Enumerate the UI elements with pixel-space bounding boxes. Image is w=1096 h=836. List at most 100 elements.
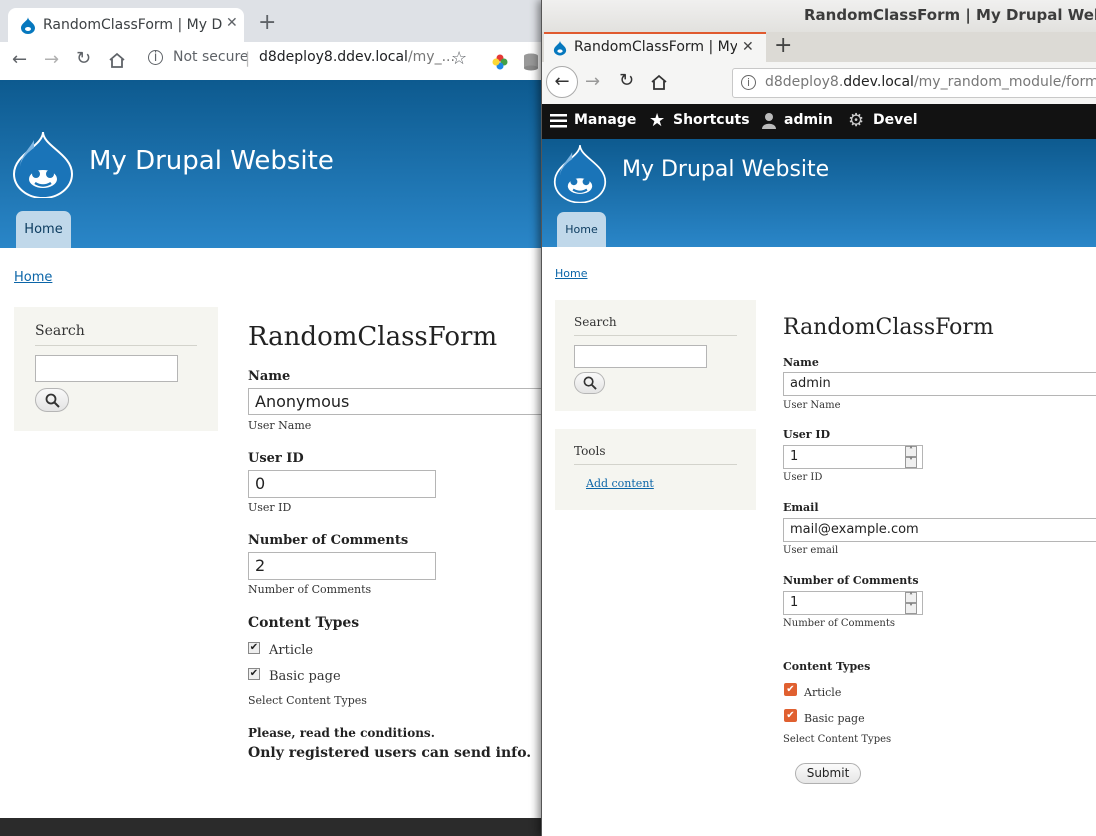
forward-icon[interactable]: → [44, 49, 59, 70]
left-address-bar[interactable]: i Not secure | d8deploy8.ddev.local/my_.… [140, 46, 480, 76]
toolbar-shortcuts[interactable]: ★ Shortcuts [649, 110, 750, 131]
drupal-logo-icon[interactable] [12, 130, 74, 198]
reload-icon[interactable]: ↻ [619, 70, 634, 91]
gear-icon: ⚙ [848, 110, 865, 131]
right-tab-title: RandomClassForm | My D [574, 39, 737, 55]
comments-increment-icon[interactable]: ˄ [905, 592, 917, 603]
registered-users-notice: Only registered users can send info. [248, 745, 532, 761]
hamburger-menu-icon [550, 114, 567, 128]
color-extension-icon[interactable] [492, 54, 508, 70]
name-description: User Name [248, 419, 312, 432]
email-label: Email [783, 501, 819, 514]
site-header: My Drupal Website Home [0, 80, 545, 248]
breadcrumb-home-link[interactable]: Home [555, 267, 587, 280]
magnifier-icon [583, 376, 597, 390]
new-tab-icon[interactable]: + [774, 33, 792, 58]
page-title: RandomClassForm [248, 322, 498, 352]
user-icon [762, 113, 776, 129]
star-icon: ★ [649, 110, 666, 131]
search-block-title: Search [574, 315, 617, 329]
nav-home-tab[interactable]: Home [16, 211, 71, 248]
right-active-tab[interactable]: RandomClassForm | My D ✕ [544, 32, 766, 62]
user-id-input[interactable]: 0 [248, 470, 436, 498]
right-browser-window: RandomClassForm | My Drupal Website - Ra… [541, 0, 1096, 836]
info-icon: i [741, 75, 756, 90]
drupal-favicon-icon [553, 40, 567, 56]
info-icon: i [148, 50, 163, 65]
site-name[interactable]: My Drupal Website [622, 157, 829, 182]
article-checkbox[interactable]: ✔ [784, 683, 797, 696]
toolbar-user[interactable]: admin [761, 112, 833, 129]
left-tab-title: RandomClassForm | My Dr [43, 17, 223, 33]
back-icon[interactable]: ← [546, 66, 578, 98]
search-block: Search [555, 300, 756, 411]
comments-decrement-icon[interactable]: ˅ [905, 603, 917, 614]
comments-input[interactable]: 1 [783, 591, 923, 615]
block-divider [574, 335, 737, 336]
block-divider [574, 464, 737, 465]
url-path: /my_random_module/form [913, 74, 1096, 90]
basic-page-checkbox[interactable]: ✔ [784, 709, 797, 722]
user-id-increment-icon[interactable]: ˄ [905, 446, 917, 457]
back-icon[interactable]: ← [12, 49, 27, 70]
site-name[interactable]: My Drupal Website [89, 146, 334, 176]
page-title: RandomClassForm [783, 315, 994, 340]
left-active-tab[interactable]: RandomClassForm | My Dr ✕ [8, 8, 244, 42]
basic-page-checkbox[interactable]: ✔ [248, 668, 260, 680]
comments-description: Number of Comments [783, 618, 895, 629]
user-id-label: User ID [783, 428, 831, 441]
url-domain: ddev.local [843, 74, 914, 90]
search-button[interactable] [35, 388, 69, 412]
content-types-label: Content Types [783, 660, 871, 673]
search-block-title: Search [35, 323, 85, 339]
home-icon[interactable] [650, 74, 668, 91]
add-content-link[interactable]: Add content [586, 477, 654, 490]
toolbar-manage[interactable]: Manage [550, 112, 636, 128]
name-input[interactable]: admin [783, 372, 1096, 396]
user-id-decrement-icon[interactable]: ˅ [905, 457, 917, 468]
search-block: Search [14, 307, 218, 431]
database-extension-icon[interactable] [523, 53, 539, 71]
user-id-input[interactable]: 1 [783, 445, 923, 469]
drupal-favicon-icon [21, 17, 35, 34]
content-types-label: Content Types [248, 615, 360, 631]
tools-block: Tools Add content [555, 429, 756, 510]
bookmark-star-icon[interactable]: ☆ [451, 48, 467, 69]
url-text: d8deploy8.ddev.local/my_random_module/fo… [765, 74, 1096, 90]
forward-icon[interactable]: → [585, 71, 600, 92]
drupal-logo-icon[interactable] [553, 143, 607, 203]
left-toolbar: ← → ↻ i Not secure | d8deploy8.ddev.loca… [0, 42, 545, 81]
toolbar-devel[interactable]: ⚙ Devel [848, 110, 918, 131]
comments-input[interactable]: 2 [248, 552, 436, 580]
content-types-description: Select Content Types [783, 734, 892, 745]
toolbar-devel-label: Devel [873, 112, 918, 128]
site-header: My Drupal Website Home [542, 139, 1096, 247]
basic-page-option-label: Basic page [804, 712, 865, 725]
user-id-label: User ID [248, 451, 304, 466]
basic-page-option-label: Basic page [269, 669, 341, 684]
toolbar-user-label: admin [784, 112, 833, 128]
close-tab-icon[interactable]: ✕ [226, 15, 238, 31]
new-tab-icon[interactable]: + [258, 10, 276, 35]
reload-icon[interactable]: ↻ [76, 48, 91, 69]
home-icon[interactable] [108, 52, 126, 69]
search-input[interactable] [35, 355, 178, 382]
url-domain: d8deploy8.ddev.local [259, 49, 408, 65]
nav-home-tab[interactable]: Home [557, 212, 606, 247]
email-input[interactable]: mail@example.com [783, 518, 1096, 542]
comments-label: Number of Comments [248, 533, 409, 548]
drupal-admin-toolbar: Manage ★ Shortcuts admin ⚙ Devel [542, 104, 1096, 139]
article-checkbox[interactable]: ✔ [248, 642, 260, 654]
tools-block-title: Tools [574, 444, 606, 458]
search-button[interactable] [574, 372, 605, 394]
toolbar-manage-label: Manage [574, 112, 637, 128]
right-toolbar: ← → ↻ i d8deploy8.ddev.local/my_random_m… [542, 62, 1096, 105]
comments-description: Number of Comments [248, 583, 372, 596]
submit-button[interactable]: Submit [795, 763, 861, 784]
search-input[interactable] [574, 345, 707, 368]
close-tab-icon[interactable]: ✕ [742, 39, 754, 55]
breadcrumb-home-link[interactable]: Home [14, 270, 52, 285]
name-label: Name [783, 356, 819, 369]
right-address-bar[interactable]: i d8deploy8.ddev.local/my_random_module/… [732, 68, 1096, 98]
name-input[interactable]: Anonymous [248, 388, 545, 415]
